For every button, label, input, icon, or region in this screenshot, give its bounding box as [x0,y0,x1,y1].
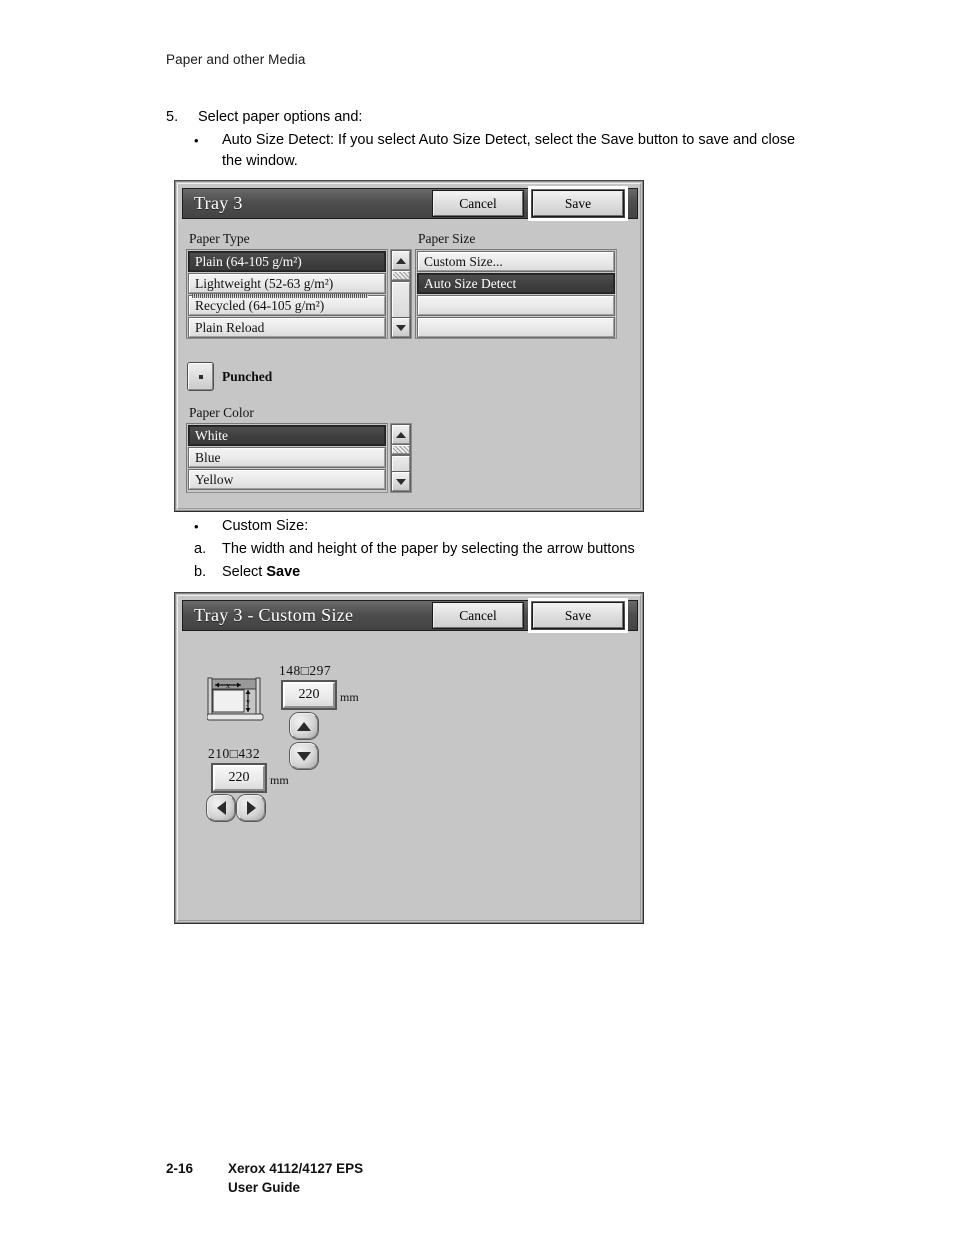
punched-label: Punched [222,369,273,384]
svg-text:y: y [246,697,250,706]
caret-up-icon [396,431,406,438]
triangle-down-icon [297,751,311,761]
paper-dimensions-diagram-icon: x y [206,677,265,725]
triangle-up-icon [297,721,311,731]
custom-size-titlebar: Tray 3 - Custom Size Cancel Save [182,598,638,633]
checkbox-indicator-icon [198,374,203,379]
tray3-dialog: Tray 3 Cancel Save Paper Type Plain (64-… [174,180,644,512]
bullet-icon: • [194,519,199,534]
paper-color-label: Paper Color [189,405,254,420]
item-a-marker: a. [194,541,207,557]
cancel-button[interactable]: Cancel [433,603,523,628]
height-increase-button[interactable] [290,713,318,739]
item-b-text-prefix: Select [222,564,267,580]
paper-color-listbox[interactable]: White Blue Yellow [186,423,388,493]
width-value-field[interactable]: 220 [213,765,265,791]
save-button[interactable]: Save [528,186,628,221]
instruction-item-a: a. The width and height of the paper by … [166,538,806,560]
width-unit-label: mm [270,773,289,787]
width-increase-button[interactable] [237,795,265,821]
width-range-label: 210□432 [208,746,261,761]
paper-type-label: Paper Type [189,231,250,246]
render-artifact [192,294,368,298]
running-head: Paper and other Media [166,52,306,67]
scrollbar-thumb[interactable] [392,282,410,318]
paper-color-scrollbar[interactable] [390,423,412,493]
page-footer: 2-16 Xerox 4112/4127 EPS User Guide [166,1159,363,1197]
tray-diagram-svg: x y [206,677,264,721]
paper-size-listbox[interactable]: Custom Size... Auto Size Detect [415,249,617,339]
step-5-block: 5. Select paper options and: • Auto Size… [166,107,806,172]
custom-size-bullet-row: • Custom Size: [166,516,806,537]
list-item[interactable]: Blue [189,448,385,467]
scrollbar-thumb[interactable] [392,456,410,472]
footer-line-2: User Guide [228,1180,301,1195]
custom-size-instructions: • Custom Size: a. The width and height o… [166,516,806,583]
scroll-up-button[interactable] [392,251,410,270]
punched-checkbox[interactable] [188,363,213,390]
list-item[interactable]: Auto Size Detect [418,274,614,293]
list-item[interactable]: Recycled (64-105 g/m²) [189,296,385,315]
step-5-row: 5. Select paper options and: [166,107,806,128]
step-5-bullet-text: Auto Size Detect: If you select Auto Siz… [222,132,796,169]
paper-type-scrollbar[interactable] [390,249,412,339]
item-a-text: The width and height of the paper by sel… [222,541,635,557]
step-5-bullet-row: • Auto Size Detect: If you select Auto S… [166,130,806,172]
scroll-down-button[interactable] [392,318,410,337]
save-button[interactable]: Save [528,598,628,633]
height-range-label: 148□297 [279,663,332,678]
scrollbar-grip[interactable] [392,271,410,280]
height-decrease-button[interactable] [290,743,318,769]
item-b-text: Select Save [222,561,806,583]
list-item[interactable]: Lightweight (52-63 g/m²) [189,274,385,293]
list-item[interactable]: White [189,426,385,445]
step-5-text: Select paper options and: [198,109,363,125]
scroll-down-button[interactable] [392,472,410,491]
paper-type-listbox[interactable]: Plain (64-105 g/m²) Lightweight (52-63 g… [186,249,388,339]
width-decrease-button[interactable] [207,795,235,821]
footer-document-title: Xerox 4112/4127 EPS User Guide [228,1159,363,1197]
paper-size-label: Paper Size [418,231,476,246]
list-item[interactable]: Custom Size... [418,252,614,271]
custom-size-title: Tray 3 - Custom Size [194,605,354,625]
custom-size-bullet-text: Custom Size: [222,518,309,534]
cancel-button[interactable]: Cancel [433,191,523,216]
footer-line-1: Xerox 4112/4127 EPS [228,1161,364,1176]
step-5-number: 5. [166,109,179,125]
caret-down-icon [396,478,406,485]
caret-down-icon [396,324,406,331]
svg-text:x: x [226,681,230,690]
footer-page-number: 2-16 [166,1161,194,1176]
tray3-titlebar: Tray 3 Cancel Save [182,186,638,221]
list-item[interactable]: Plain (64-105 g/m²) [189,252,385,271]
triangle-left-icon [216,801,226,815]
list-item[interactable]: Yellow [189,470,385,489]
item-b-marker: b. [194,564,207,580]
height-unit-label: mm [340,690,359,704]
tray3-custom-size-dialog: Tray 3 - Custom Size Cancel Save x y 148… [174,592,644,924]
list-item[interactable] [418,296,614,315]
tray3-title: Tray 3 [194,193,243,213]
triangle-right-icon [246,801,256,815]
list-item[interactable]: Plain Reload [189,318,385,337]
height-value-field[interactable]: 220 [283,682,335,708]
caret-up-icon [396,257,406,264]
bullet-icon: • [194,133,199,148]
item-b-text-emphasis: Save [266,564,301,580]
scroll-up-button[interactable] [392,425,410,444]
list-item[interactable] [418,318,614,337]
instruction-item-b: b. Select Save [166,561,806,583]
scrollbar-grip[interactable] [392,445,410,454]
